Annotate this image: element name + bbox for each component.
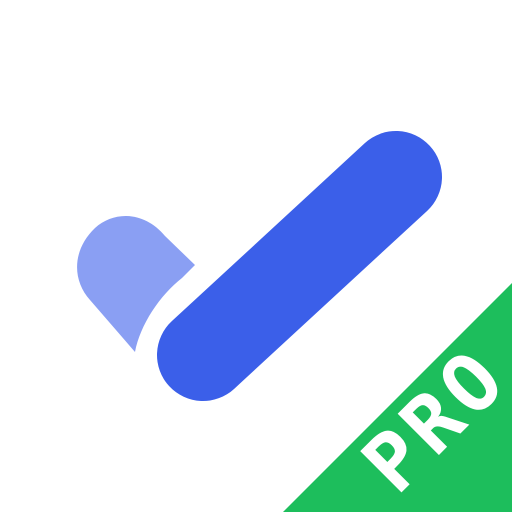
checkmark-long-stroke xyxy=(157,131,442,401)
app-icon-graphic: PRO xyxy=(77,131,512,512)
app-icon: PRO xyxy=(0,0,512,512)
